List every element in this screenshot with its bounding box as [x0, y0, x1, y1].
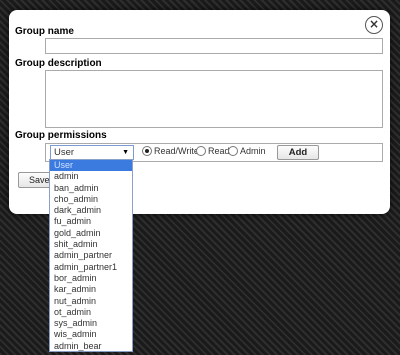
dropdown-option[interactable]: User: [50, 160, 132, 172]
dropdown-option[interactable]: ban_admin: [50, 183, 132, 194]
add-button[interactable]: Add: [277, 145, 319, 160]
radio-admin[interactable]: Admin: [228, 146, 266, 156]
dropdown-option[interactable]: wis_admin: [50, 329, 132, 340]
dropdown-option[interactable]: admin: [50, 171, 132, 182]
group-description-textarea[interactable]: [45, 70, 383, 128]
dropdown-option[interactable]: ot_admin: [50, 307, 132, 318]
group-description-label: Group description: [15, 58, 102, 69]
dropdown-option[interactable]: shit_admin: [50, 239, 132, 250]
dropdown-option[interactable]: admin_partner: [50, 250, 132, 261]
close-icon[interactable]: ×: [365, 16, 383, 34]
dropdown-option[interactable]: kar_admin: [50, 284, 132, 295]
dropdown-option[interactable]: nut_admin: [50, 296, 132, 307]
dropdown-option[interactable]: admin_partner1: [50, 262, 132, 273]
radio-read-button[interactable]: [196, 146, 206, 156]
dropdown-option[interactable]: cho_admin: [50, 194, 132, 205]
user-dropdown-list: User admin ban_admin cho_admin dark_admin fu_…: [49, 159, 133, 352]
dropdown-option[interactable]: admin_bear: [50, 341, 132, 352]
user-select-value: User: [54, 147, 75, 158]
group-permissions-label: Group permissions: [15, 130, 107, 141]
radio-read-write-label: Read/Write: [154, 146, 199, 156]
radio-read-write[interactable]: Read/Write: [142, 146, 199, 156]
dropdown-option[interactable]: bor_admin: [50, 273, 132, 284]
dropdown-option[interactable]: fu_admin: [50, 216, 132, 227]
group-name-label: Group name: [15, 26, 74, 37]
dropdown-option[interactable]: dark_admin: [50, 205, 132, 216]
chevron-down-icon: ▼: [122, 149, 129, 156]
dropdown-option[interactable]: sys_admin: [50, 318, 132, 329]
radio-read[interactable]: Read: [196, 146, 230, 156]
group-name-input[interactable]: [45, 38, 383, 54]
radio-read-write-button[interactable]: [142, 146, 152, 156]
radio-admin-button[interactable]: [228, 146, 238, 156]
user-select[interactable]: User ▼: [50, 145, 134, 160]
radio-admin-label: Admin: [240, 146, 266, 156]
dropdown-option[interactable]: gold_admin: [50, 228, 132, 239]
radio-read-label: Read: [208, 146, 230, 156]
